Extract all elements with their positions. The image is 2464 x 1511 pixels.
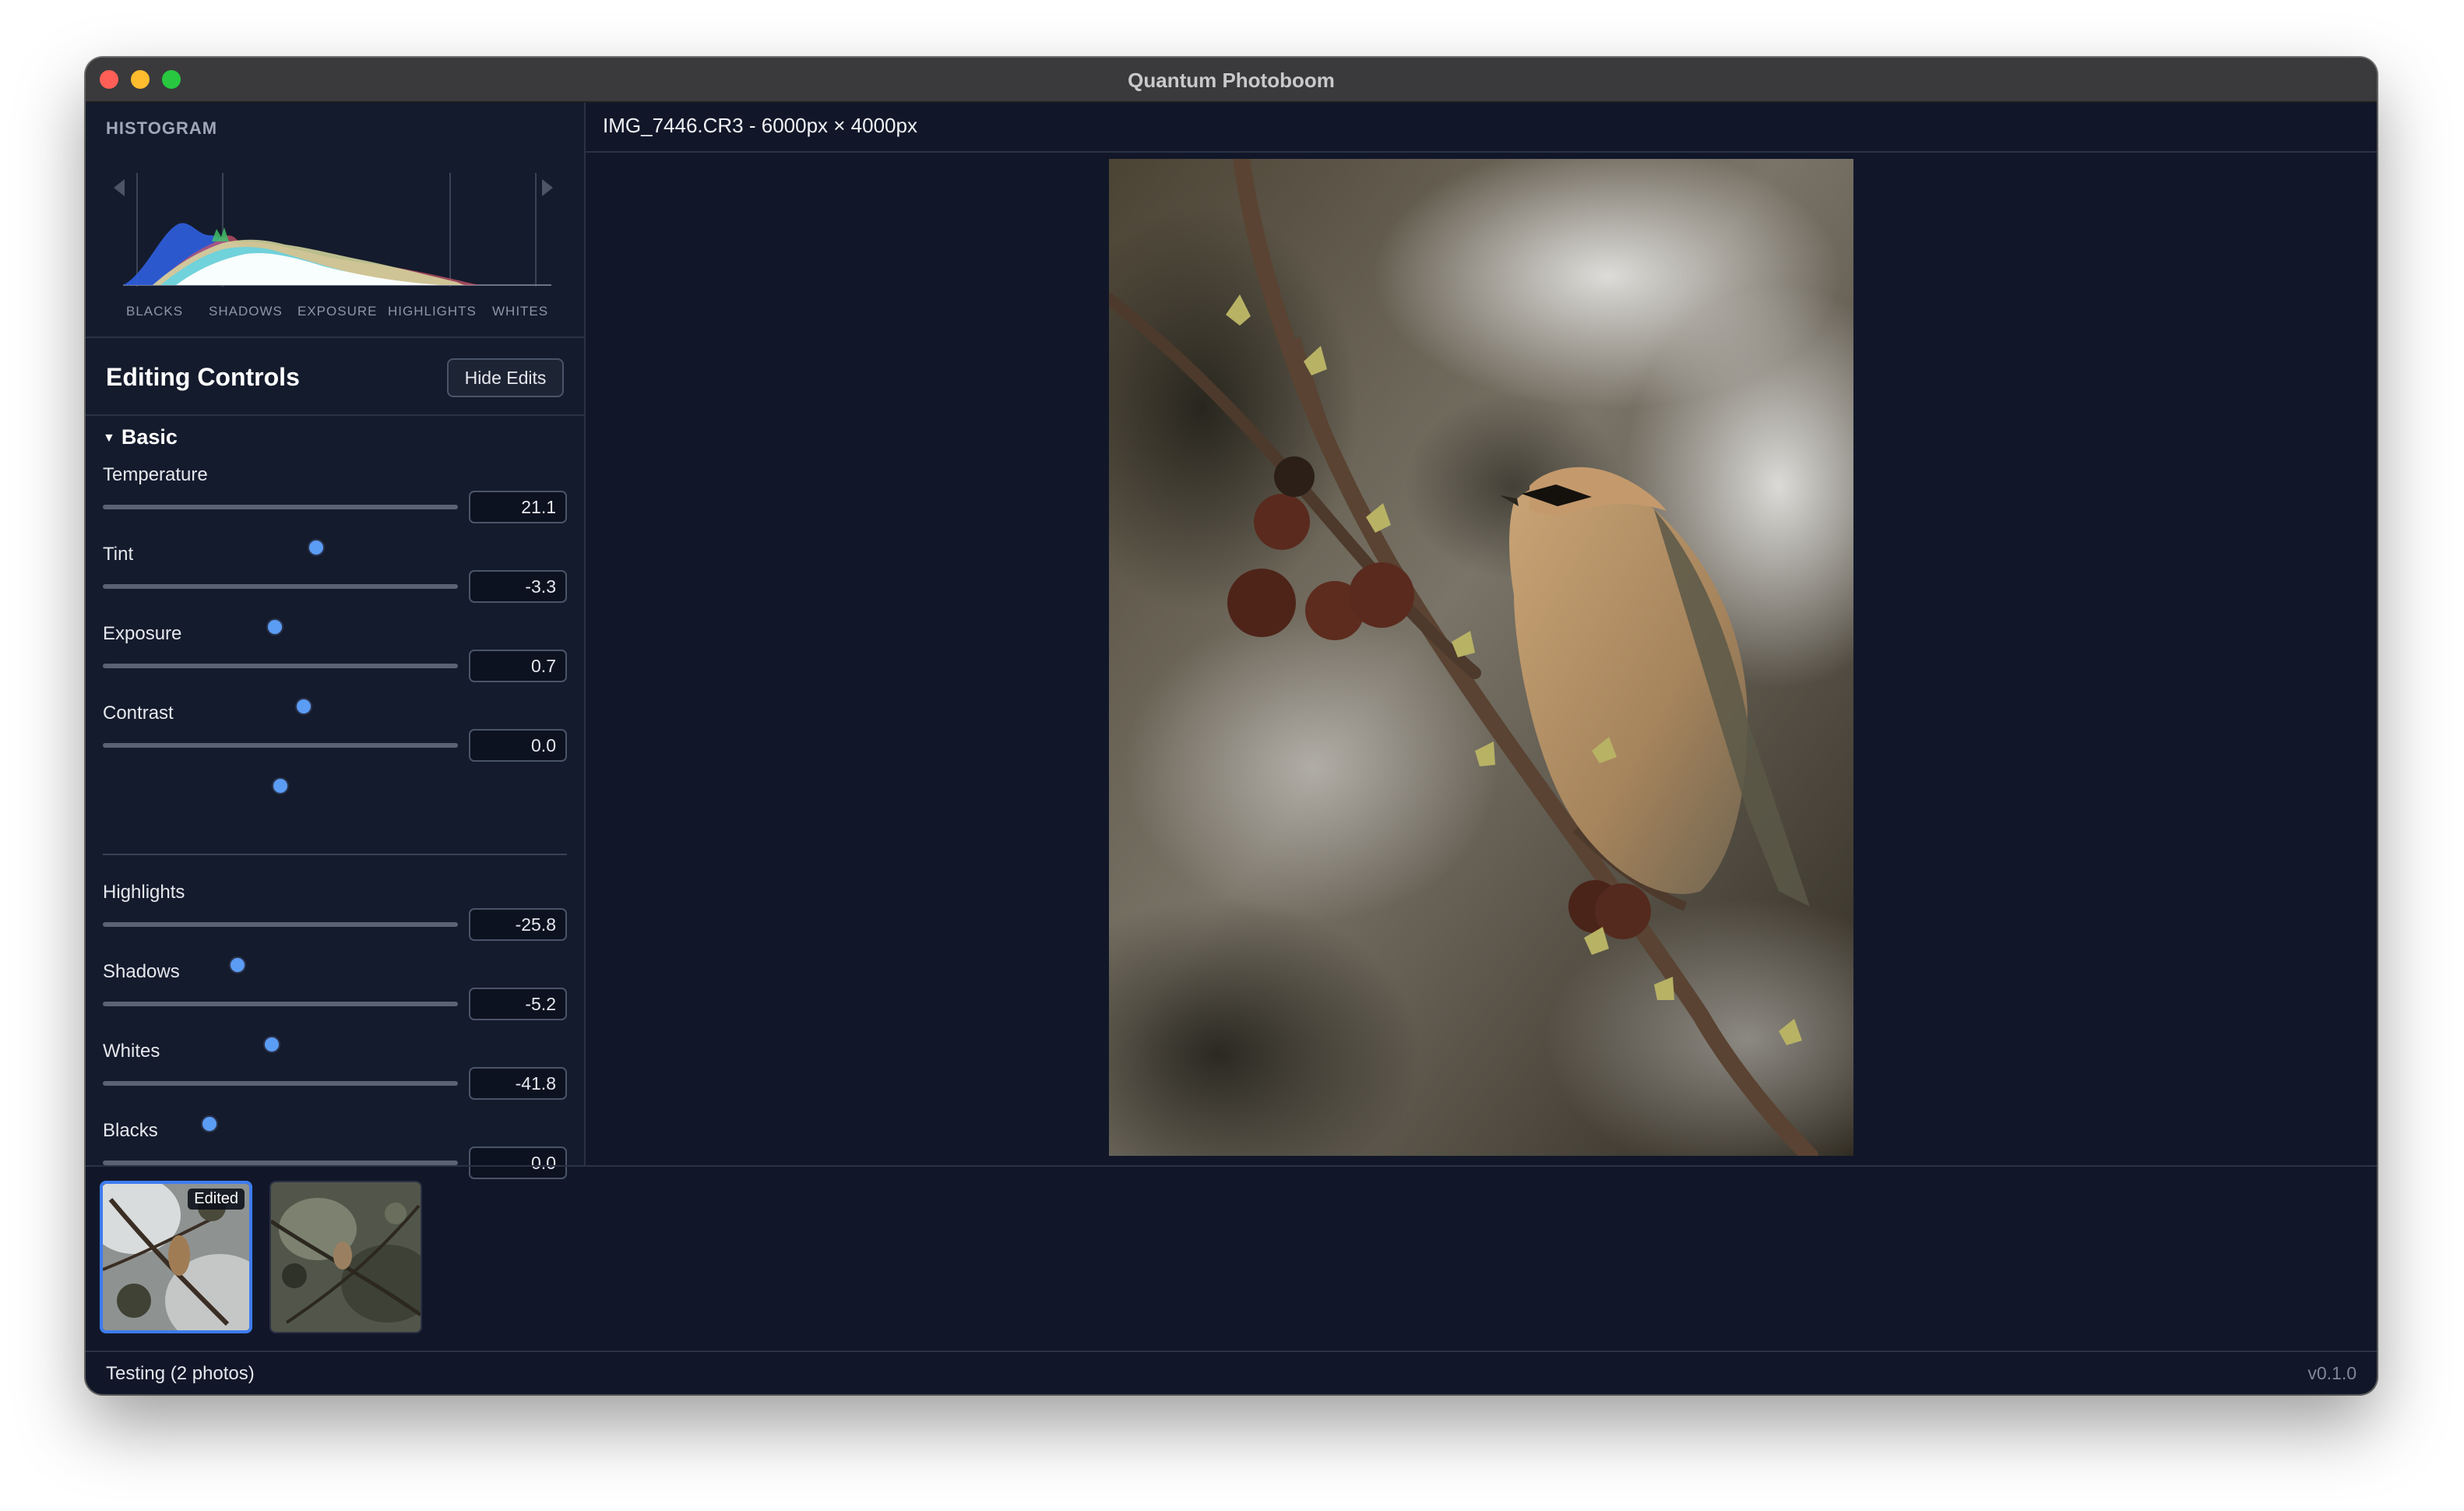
temperature-label: Temperature bbox=[103, 464, 208, 485]
shadows-value-field[interactable]: -5.2 bbox=[469, 988, 567, 1020]
controls-group-divider bbox=[103, 854, 567, 855]
contrast-slider[interactable] bbox=[103, 743, 458, 794]
shadows-label: Shadows bbox=[103, 961, 180, 982]
hide-edits-button[interactable]: Hide Edits bbox=[447, 358, 564, 397]
highlights-value-field[interactable]: -25.8 bbox=[469, 908, 567, 941]
viewer-divider bbox=[586, 151, 2377, 153]
histogram-label-highlights: HIGHLIGHTS bbox=[388, 304, 477, 319]
app-title: Quantum Photoboom bbox=[1128, 69, 1335, 92]
whites-label: Whites bbox=[103, 1041, 160, 1062]
blacks-label: Blacks bbox=[103, 1120, 158, 1141]
exposure-control: Exposure 0.7 bbox=[103, 623, 567, 715]
app-window: Quantum Photoboom HISTOGRAM BLACKS SHADO… bbox=[86, 58, 2377, 1394]
histogram-labels: BLACKS SHADOWS EXPOSURE HIGHLIGHTS WHITE… bbox=[101, 304, 568, 322]
tint-control: Tint -3.3 bbox=[103, 544, 567, 636]
histogram-label-blacks: BLACKS bbox=[126, 304, 184, 319]
bird-photo-image bbox=[1109, 159, 1853, 1156]
histogram-scroll-right-icon[interactable] bbox=[542, 179, 553, 196]
tint-label: Tint bbox=[103, 544, 134, 565]
editing-sidebar: HISTOGRAM BLACKS SHADOWS EXPOSURE HIGHLI… bbox=[86, 103, 586, 1212]
blacks-control: Blacks 0.0 bbox=[103, 1120, 567, 1212]
edited-badge: Edited bbox=[188, 1189, 245, 1210]
exposure-value-field[interactable]: 0.7 bbox=[469, 650, 567, 682]
main-photo[interactable] bbox=[1109, 159, 1853, 1156]
shadows-slider[interactable] bbox=[103, 1002, 458, 1053]
basic-section-title: Basic bbox=[121, 425, 178, 449]
histogram-scroll-left-icon[interactable] bbox=[114, 179, 125, 196]
filmstrip-divider bbox=[86, 1165, 2377, 1167]
contrast-control: Contrast 0.0 bbox=[103, 703, 567, 794]
editing-controls-title: Editing Controls bbox=[106, 363, 300, 391]
title-bar: Quantum Photoboom bbox=[86, 58, 2377, 103]
thumbnail-image bbox=[271, 1182, 421, 1332]
temperature-slider[interactable] bbox=[103, 505, 458, 556]
temperature-value-field[interactable]: 21.1 bbox=[469, 491, 567, 523]
tint-value-field[interactable]: -3.3 bbox=[469, 570, 567, 603]
histogram-label-whites: WHITES bbox=[492, 304, 549, 319]
contrast-label: Contrast bbox=[103, 703, 174, 724]
status-photo-count: Testing (2 photos) bbox=[106, 1363, 255, 1384]
section-divider bbox=[86, 336, 584, 338]
statusbar-divider bbox=[86, 1351, 2377, 1352]
filmstrip-thumbnail-selected[interactable]: Edited bbox=[100, 1181, 252, 1333]
contrast-value-field[interactable]: 0.0 bbox=[469, 729, 567, 762]
exposure-slider[interactable] bbox=[103, 664, 458, 715]
histogram-label-shadows: SHADOWS bbox=[209, 304, 283, 319]
contrast-slider-thumb[interactable] bbox=[272, 777, 289, 794]
whites-slider[interactable] bbox=[103, 1081, 458, 1132]
shadows-control: Shadows -5.2 bbox=[103, 961, 567, 1053]
app-version: v0.1.0 bbox=[2307, 1363, 2357, 1383]
caret-down-icon: ▼ bbox=[103, 431, 115, 445]
blacks-value-field[interactable]: 0.0 bbox=[469, 1146, 567, 1179]
whites-control: Whites -41.8 bbox=[103, 1041, 567, 1132]
basic-section-toggle[interactable]: ▼ Basic bbox=[103, 425, 178, 449]
image-viewer: IMG_7446.CR3 - 6000px × 4000px bbox=[586, 103, 2377, 1165]
tint-slider[interactable] bbox=[103, 584, 458, 636]
whites-value-field[interactable]: -41.8 bbox=[469, 1067, 567, 1100]
image-file-title: IMG_7446.CR3 - 6000px × 4000px bbox=[603, 114, 917, 137]
section-divider bbox=[86, 414, 584, 416]
exposure-label: Exposure bbox=[103, 623, 182, 644]
highlights-slider[interactable] bbox=[103, 922, 458, 974]
filmstrip-thumbnail[interactable] bbox=[269, 1181, 422, 1333]
histogram-title: HISTOGRAM bbox=[106, 118, 218, 138]
histogram-chart bbox=[106, 150, 565, 298]
highlights-label: Highlights bbox=[103, 882, 185, 903]
highlights-control: Highlights -25.8 bbox=[103, 882, 567, 974]
histogram-label-exposure: EXPOSURE bbox=[297, 304, 378, 319]
temperature-control: Temperature 21.1 bbox=[103, 464, 567, 556]
